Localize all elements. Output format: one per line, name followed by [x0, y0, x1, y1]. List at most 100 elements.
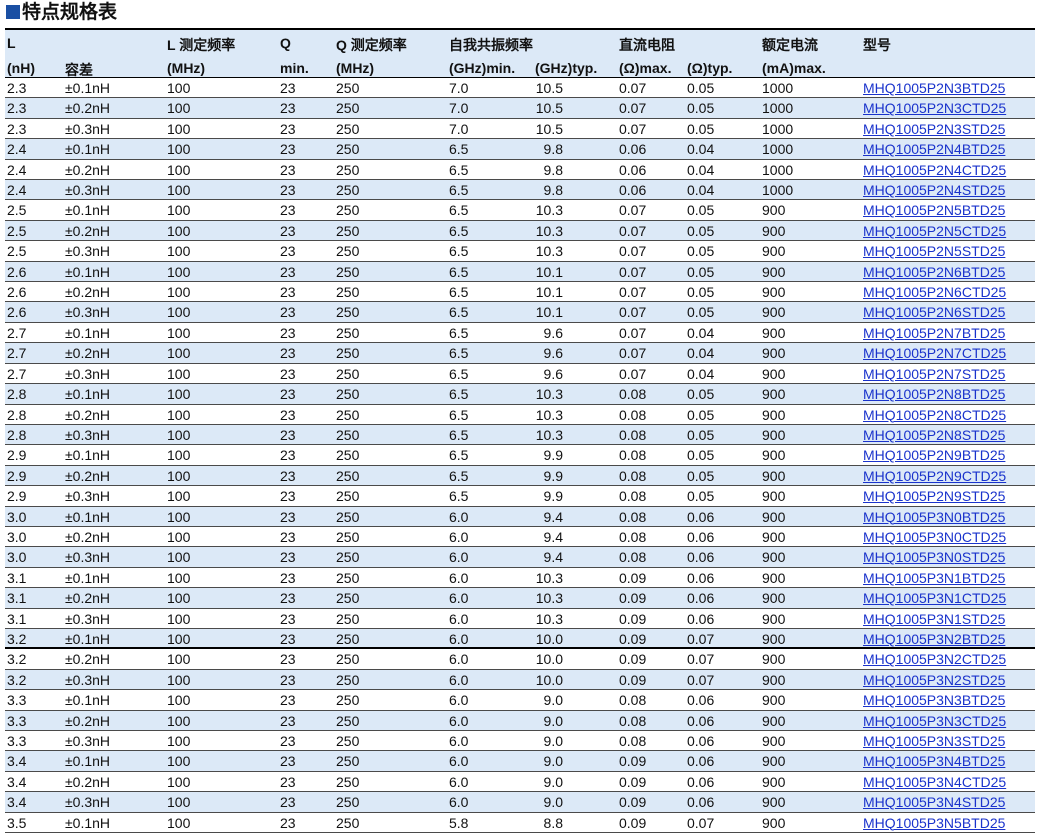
cell-rated-current: 900	[762, 467, 786, 484]
cell-dcr-max: 0.08	[619, 406, 647, 423]
cell-part-number[interactable]: MHQ1005P3N2CTD25	[863, 651, 1006, 667]
cell-dcr-max: 0.09	[619, 569, 647, 586]
cell-part-number[interactable]: MHQ1005P3N4STD25	[863, 794, 1005, 810]
cell-dcr-max: 0.06	[619, 161, 647, 178]
cell-tolerance: ±0.3nH	[65, 794, 111, 811]
cell-q-min: 23	[280, 712, 296, 729]
cell-dcr-typ: 0.05	[687, 488, 715, 505]
cell-l-test-freq: 100	[167, 386, 191, 403]
cell-part-number[interactable]: MHQ1005P2N9BTD25	[863, 447, 1005, 463]
cell-srf-typ: 9.6	[543, 365, 563, 382]
cell-tolerance: ±0.3nH	[65, 182, 111, 199]
cell-part-number[interactable]: MHQ1005P2N4CTD25	[863, 162, 1006, 178]
cell-srf-typ: 9.6	[543, 324, 563, 341]
cell-inductance: 2.5	[7, 243, 27, 260]
cell-srf-min: 7.0	[449, 100, 469, 117]
cell-q-test-freq: 250	[336, 488, 360, 505]
cell-q-min: 23	[280, 671, 296, 688]
cell-part-number[interactable]: MHQ1005P2N3STD25	[863, 121, 1005, 137]
cell-inductance: 2.3	[7, 120, 27, 137]
cell-part-number[interactable]: MHQ1005P3N1CTD25	[863, 590, 1006, 606]
cell-inductance: 2.5	[7, 202, 27, 219]
cell-q-test-freq: 250	[336, 549, 360, 566]
cell-dcr-max: 0.09	[619, 794, 647, 811]
cell-srf-typ: 9.0	[543, 712, 563, 729]
cell-q-test-freq: 250	[336, 345, 360, 362]
cell-part-number[interactable]: MHQ1005P2N3CTD25	[863, 100, 1006, 116]
cell-q-test-freq: 250	[336, 814, 360, 831]
cell-dcr-max: 0.07	[619, 304, 647, 321]
cell-l-test-freq: 100	[167, 161, 191, 178]
cell-srf-min: 6.0	[449, 671, 469, 688]
cell-dcr-max: 0.08	[619, 508, 647, 525]
cell-dcr-max: 0.09	[619, 773, 647, 790]
cell-part-number[interactable]: MHQ1005P3N2STD25	[863, 672, 1005, 688]
cell-part-number[interactable]: MHQ1005P2N7CTD25	[863, 345, 1006, 361]
cell-part-number[interactable]: MHQ1005P3N3CTD25	[863, 713, 1006, 729]
cell-q-test-freq: 250	[336, 630, 360, 647]
cell-part-number[interactable]: MHQ1005P2N7BTD25	[863, 325, 1005, 341]
cell-rated-current: 900	[762, 243, 786, 260]
cell-part-number[interactable]: MHQ1005P3N3STD25	[863, 733, 1005, 749]
cell-part-number[interactable]: MHQ1005P3N4CTD25	[863, 774, 1006, 790]
cell-dcr-typ: 0.05	[687, 386, 715, 403]
cell-inductance: 2.4	[7, 182, 27, 199]
cell-tolerance: ±0.1nH	[65, 386, 111, 403]
table-row: 3.1 ±0.2nH 100 23 250 6.0 10.3 0.09 0.06 900 MHQ10…	[5, 588, 1035, 609]
cell-part-number[interactable]: MHQ1005P2N9CTD25	[863, 468, 1006, 484]
cell-srf-min: 6.0	[449, 528, 469, 545]
cell-part-number[interactable]: MHQ1005P2N9STD25	[863, 488, 1005, 504]
cell-part-number[interactable]: MHQ1005P2N5CTD25	[863, 223, 1006, 239]
cell-part-number[interactable]: MHQ1005P2N8STD25	[863, 427, 1005, 443]
cell-part-number[interactable]: MHQ1005P3N1BTD25	[863, 570, 1005, 586]
cell-dcr-typ: 0.05	[687, 120, 715, 137]
cell-part-number[interactable]: MHQ1005P2N5BTD25	[863, 202, 1005, 218]
cell-part-number[interactable]: MHQ1005P3N0STD25	[863, 549, 1005, 565]
cell-q-test-freq: 250	[336, 467, 360, 484]
cell-q-min: 23	[280, 406, 296, 423]
cell-part-number[interactable]: MHQ1005P2N6STD25	[863, 304, 1005, 320]
cell-part-number[interactable]: MHQ1005P3N0CTD25	[863, 529, 1006, 545]
cell-part-number[interactable]: MHQ1005P3N2BTD25	[863, 631, 1005, 647]
cell-part-number[interactable]: MHQ1005P3N4BTD25	[863, 753, 1005, 769]
cell-part-number[interactable]: MHQ1005P3N5BTD25	[863, 815, 1005, 831]
cell-q-min: 23	[280, 284, 296, 301]
cell-dcr-typ: 0.06	[687, 712, 715, 729]
cell-srf-typ: 10.1	[535, 263, 563, 280]
cell-part-number[interactable]: MHQ1005P2N8CTD25	[863, 407, 1006, 423]
cell-srf-min: 6.0	[449, 508, 469, 525]
cell-srf-typ: 10.1	[535, 304, 563, 321]
cell-part-number[interactable]: MHQ1005P2N6BTD25	[863, 264, 1005, 280]
cell-dcr-typ: 0.06	[687, 733, 715, 749]
cell-part-number[interactable]: MHQ1005P2N7STD25	[863, 366, 1005, 382]
cell-part-number[interactable]: MHQ1005P2N6CTD25	[863, 284, 1006, 300]
cell-srf-typ: 9.4	[543, 528, 563, 545]
cell-part-number[interactable]: MHQ1005P3N0BTD25	[863, 509, 1005, 525]
cell-l-test-freq: 100	[167, 794, 191, 811]
cell-q-min: 23	[280, 141, 296, 158]
cell-dcr-max: 0.09	[619, 610, 647, 627]
cell-srf-min: 6.5	[449, 426, 469, 443]
cell-rated-current: 900	[762, 202, 786, 219]
cell-q-min: 23	[280, 243, 296, 260]
cell-tolerance: ±0.2nH	[65, 712, 111, 729]
cell-part-number[interactable]: MHQ1005P3N1STD25	[863, 611, 1005, 627]
cell-q-min: 23	[280, 508, 296, 525]
cell-srf-min: 7.0	[449, 120, 469, 137]
cell-tolerance: ±0.2nH	[65, 161, 111, 178]
cell-dcr-max: 0.07	[619, 243, 647, 260]
cell-part-number[interactable]: MHQ1005P2N8BTD25	[863, 386, 1005, 402]
cell-rated-current: 900	[762, 324, 786, 341]
cell-q-test-freq: 250	[336, 508, 360, 525]
cell-tolerance: ±0.2nH	[65, 100, 111, 117]
cell-rated-current: 900	[762, 651, 786, 668]
cell-part-number[interactable]: MHQ1005P2N4STD25	[863, 182, 1005, 198]
cell-inductance: 3.4	[7, 773, 27, 790]
cell-part-number[interactable]: MHQ1005P3N3BTD25	[863, 692, 1005, 708]
cell-part-number[interactable]: MHQ1005P2N5STD25	[863, 243, 1005, 259]
cell-q-min: 23	[280, 447, 296, 464]
cell-part-number[interactable]: MHQ1005P2N3BTD25	[863, 80, 1005, 96]
cell-dcr-max: 0.08	[619, 733, 647, 749]
cell-dcr-typ: 0.06	[687, 753, 715, 770]
cell-part-number[interactable]: MHQ1005P2N4BTD25	[863, 141, 1005, 157]
